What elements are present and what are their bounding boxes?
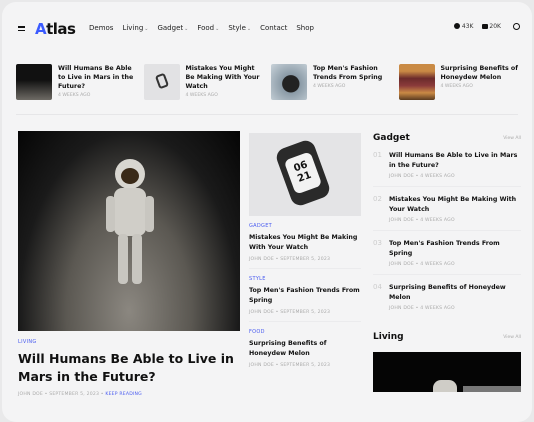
rank-number: 01 (373, 151, 382, 159)
post-title[interactable]: Mistakes You Might Be Making With Your W… (249, 233, 361, 253)
item-title[interactable]: Mistakes You Might Be Making With Your W… (389, 195, 521, 215)
ranked-item[interactable]: 01 Will Humans Be Able to Live in Mars in… (373, 143, 521, 187)
middle-post[interactable]: GADGET Mistakes You Might Be Making With … (249, 216, 361, 269)
nav-label: Style (228, 24, 246, 32)
facebook-count: 43K (461, 23, 474, 30)
strip-meta: 4 WEEKS AGO (58, 93, 91, 98)
nav-label: Living (122, 24, 144, 32)
post-category[interactable]: GADGET (249, 223, 361, 229)
strip-title[interactable]: Surprising Benefits of Honeydew Melon (441, 64, 521, 82)
nav-label: Food (197, 24, 215, 32)
hero-date: SEPTEMBER 5, 2023 (49, 392, 100, 397)
chevron-down-icon: ⌄ (215, 26, 220, 32)
nav-demos[interactable]: Demos (89, 24, 113, 32)
strip-item[interactable]: Mistakes You Might Be Making With Your W… (143, 64, 272, 100)
nav-food[interactable]: Food⌄ (197, 24, 219, 32)
keep-reading-link[interactable]: KEEP READING (105, 392, 142, 397)
header: Atlas Demos Living⌄ Gadget⌄ Food⌄ Style⌄… (2, 18, 532, 42)
nav-style[interactable]: Style⌄ (228, 24, 251, 32)
thumbnail-food (398, 64, 435, 100)
page: Atlas Demos Living⌄ Gadget⌄ Food⌄ Style⌄… (2, 2, 532, 422)
strip-meta: 4 WEEKS AGO (185, 93, 218, 98)
view-all-link[interactable]: View All (503, 136, 521, 141)
divider (16, 114, 518, 115)
nav-living[interactable]: Living⌄ (122, 24, 148, 32)
post-title[interactable]: Surprising Benefits of Honeydew Melon (249, 339, 361, 359)
hero-image-astronaut[interactable] (18, 131, 240, 331)
facebook-icon (454, 23, 460, 29)
post-title[interactable]: Top Men's Fashion Trends From Spring (249, 286, 361, 306)
youtube-count: 20K (489, 23, 501, 30)
sidebar: Gadget View All 01 Will Humans Be Able to … (373, 133, 521, 392)
section-title: Gadget (373, 133, 410, 143)
rank-number: 02 (373, 195, 382, 203)
item-meta: JOHN DOE • 4 WEEKS AGO (389, 306, 455, 311)
post-meta: JOHN DOE • SEPTEMBER 5, 2023 (249, 310, 331, 315)
item-meta: JOHN DOE • 4 WEEKS AGO (389, 218, 455, 223)
chevron-down-icon: ⌄ (246, 26, 252, 32)
hero-author[interactable]: JOHN DOE (18, 392, 43, 397)
section-title: Living (373, 332, 404, 342)
hero-meta: JOHN DOE • SEPTEMBER 5, 2023 • KEEP READ… (18, 392, 142, 397)
hamburger-menu-icon[interactable] (18, 26, 25, 33)
ranked-item[interactable]: 04 Surprising Benefits of Honeydew Melon J… (373, 275, 521, 318)
strip-title[interactable]: Top Men's Fashion Trends From Spring (313, 64, 393, 82)
strip-meta: 4 WEEKS AGO (313, 84, 346, 89)
view-all-link[interactable]: View All (503, 335, 521, 340)
thumbnail-astronaut (16, 64, 52, 100)
ranked-item[interactable]: 02 Mistakes You Might Be Making With Your… (373, 187, 521, 231)
strip-title[interactable]: Will Humans Be Able to Live in Mars in t… (58, 64, 138, 91)
strip-title[interactable]: Mistakes You Might Be Making With Your W… (186, 64, 266, 91)
item-title[interactable]: Top Men's Fashion Trends From Spring (389, 239, 521, 259)
gadget-section-header: Gadget View All (373, 133, 521, 143)
astronaut-illustration (106, 159, 154, 284)
social-links: 43K 20K (454, 23, 520, 30)
nav-shop[interactable]: Shop (296, 24, 314, 32)
item-title[interactable]: Will Humans Be Able to Live in Mars in t… (389, 151, 521, 171)
watch-image[interactable]: 06 21 (249, 133, 361, 216)
item-meta: JOHN DOE • 4 WEEKS AGO (389, 174, 455, 179)
post-meta: JOHN DOE • SEPTEMBER 5, 2023 (249, 363, 331, 368)
strip-meta: 4 WEEKS AGO (440, 84, 473, 89)
middle-column: 06 21 GADGET Mistakes You Might Be Making … (249, 133, 361, 374)
rank-number: 03 (373, 239, 382, 247)
post-category[interactable]: FOOD (249, 329, 361, 335)
middle-post[interactable]: STYLE Top Men's Fashion Trends From Sprin… (249, 269, 361, 322)
facebook-link[interactable]: 43K (454, 23, 474, 30)
strip-item[interactable]: Surprising Benefits of Honeydew Melon 4 W… (398, 64, 527, 100)
strip-item[interactable]: Will Humans Be Able to Live in Mars in t… (16, 64, 144, 100)
featured-strip: Will Humans Be Able to Live in Mars in t… (16, 64, 526, 100)
logo[interactable]: Atlas (35, 20, 76, 38)
hero-category[interactable]: LIVING (18, 339, 37, 345)
nav-contact[interactable]: Contact (260, 24, 287, 32)
hero-title[interactable]: Will Humans Be Able to Live in Mars in t… (18, 350, 248, 386)
chevron-down-icon: ⌄ (144, 26, 149, 32)
item-meta: JOHN DOE • 4 WEEKS AGO (389, 262, 455, 267)
strip-item[interactable]: Top Men's Fashion Trends From Spring 4 WE… (271, 64, 399, 100)
living-image-astronaut[interactable] (373, 352, 521, 392)
youtube-icon (481, 24, 488, 29)
living-section-header: Living View All (373, 332, 521, 342)
post-category[interactable]: STYLE (249, 276, 361, 282)
youtube-link[interactable]: 20K (481, 23, 501, 30)
thumbnail-watch (143, 64, 180, 100)
nav-label: Gadget (157, 24, 184, 32)
search-icon[interactable] (513, 23, 520, 30)
chevron-down-icon: ⌄ (184, 26, 189, 32)
middle-post[interactable]: FOOD Surprising Benefits of Honeydew Melo… (249, 322, 361, 374)
item-title[interactable]: Surprising Benefits of Honeydew Melon (389, 283, 521, 303)
post-meta: JOHN DOE • SEPTEMBER 5, 2023 (249, 257, 331, 262)
ranked-item[interactable]: 03 Top Men's Fashion Trends From Spring JO… (373, 231, 521, 275)
thumbnail-fashion (271, 64, 307, 100)
nav-gadget[interactable]: Gadget⌄ (157, 24, 188, 32)
rank-number: 04 (373, 283, 382, 291)
main-nav: Demos Living⌄ Gadget⌄ Food⌄ Style⌄ Conta… (89, 24, 314, 32)
